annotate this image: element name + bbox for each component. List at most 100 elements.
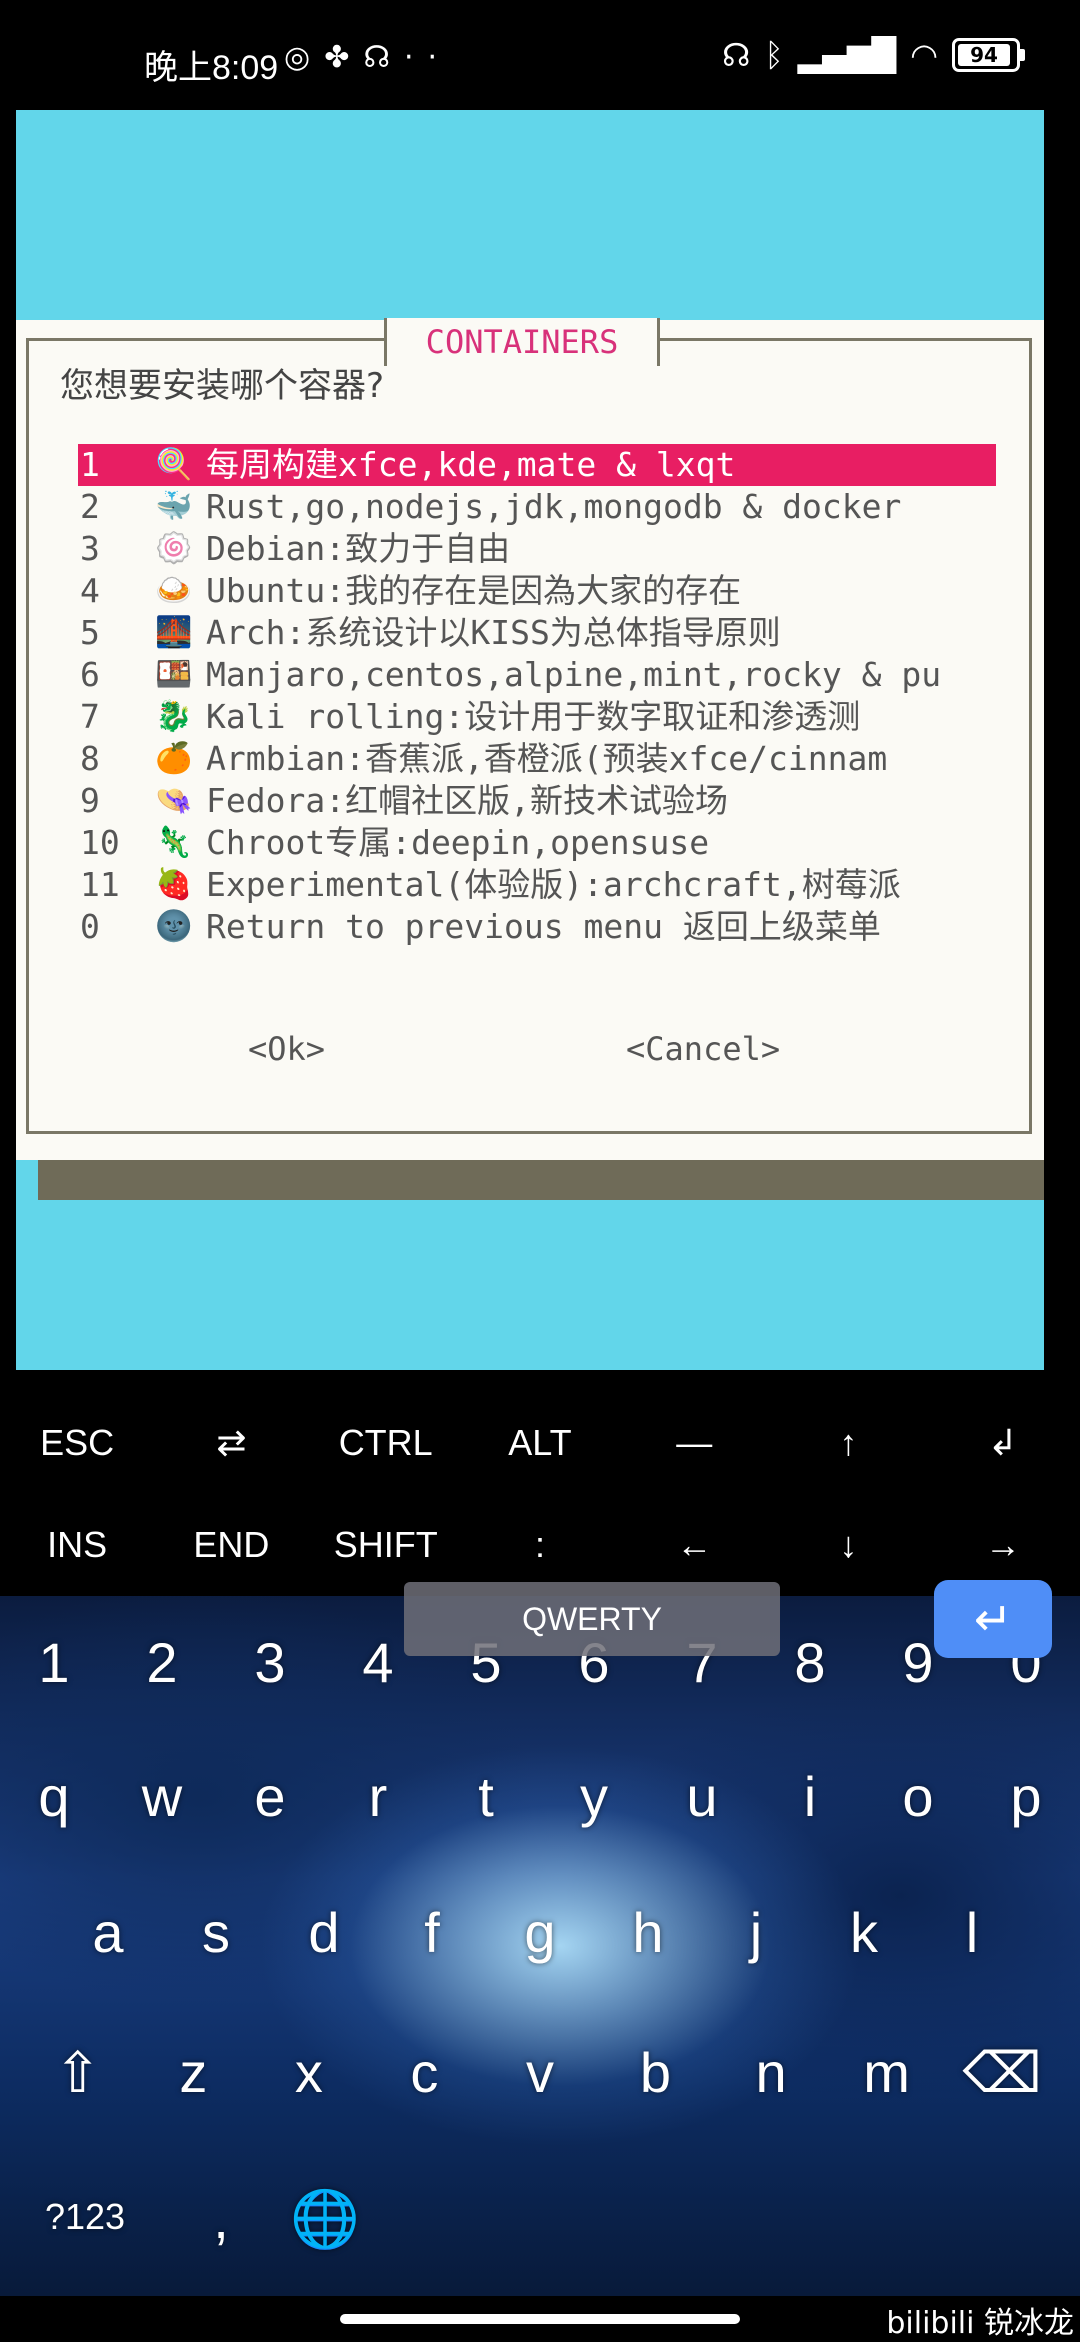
keyboard-row-2: a s d f g h j k l (0, 1900, 1080, 1965)
space-bar[interactable]: QWERTY (404, 1582, 780, 1656)
tab-key[interactable]: ⇄ (154, 1392, 308, 1494)
menu-item[interactable]: 4 🍛 Ubuntu:我的存在是因為大家的存在 (78, 570, 996, 612)
bridge-at-night-icon: 🌉 (155, 615, 193, 650)
menu-item[interactable]: 5 🌉 Arch:系统设计以KISS为总体指导原则 (78, 612, 996, 654)
status-bar: 晚上8:09 ◎✤☊·· ☊ ᛒ ▂▄▆█ ◠ 94 (0, 0, 1080, 110)
menu-item-number: 10 (80, 823, 120, 862)
headset-icon: ☊ (722, 36, 751, 74)
key[interactable]: 2 (117, 1630, 207, 1695)
menu-item[interactable]: 8 🍊 Armbian:香蕉派,香橙派(预装xfce/cinnam (78, 738, 996, 780)
menu-item[interactable]: 10 🦎 Chroot专属:deepin,opensuse (78, 822, 996, 864)
key[interactable]: t (441, 1764, 531, 1829)
dialog-shadow (38, 1160, 1044, 1200)
key[interactable]: x (264, 2040, 354, 2106)
keyboard-row-1: q w e r t y u i o p (0, 1764, 1080, 1829)
key[interactable]: z (148, 2040, 238, 2106)
key[interactable]: j (711, 1900, 801, 1965)
end-key[interactable]: END (154, 1494, 308, 1596)
key[interactable]: u (657, 1764, 747, 1829)
down-arrow-key[interactable]: ↓ (771, 1494, 925, 1596)
cancel-button[interactable]: <Cancel> (626, 1030, 780, 1068)
comma-key[interactable]: , (176, 2186, 266, 2251)
key[interactable]: n (726, 2040, 816, 2106)
key[interactable]: r (333, 1764, 423, 1829)
home-gesture-pill[interactable] (340, 2314, 740, 2324)
swirl-icon: ◎ (284, 40, 325, 75)
key[interactable]: q (9, 1764, 99, 1829)
ins-key[interactable]: INS (0, 1494, 154, 1596)
key[interactable]: d (279, 1900, 369, 1965)
dragon-icon: 🐉 (155, 699, 193, 734)
key[interactable]: p (981, 1764, 1071, 1829)
menu-item-label: Armbian:香蕉派,香橙派(预装xfce/cinnam (206, 739, 888, 778)
colon-key[interactable]: : (463, 1494, 617, 1596)
menu-item-number: 1 (80, 445, 100, 484)
shift-key[interactable]: SHIFT (309, 1494, 463, 1596)
key[interactable]: 1 (9, 1630, 99, 1695)
bento-box-icon: 🍱 (155, 657, 193, 692)
esc-key[interactable]: ESC (0, 1392, 154, 1494)
menu-item[interactable]: 1 🍭 每周构建xfce,kde,mate & lxqt (78, 444, 996, 486)
left-arrow-key[interactable]: ← (617, 1494, 771, 1596)
key[interactable]: o (873, 1764, 963, 1829)
symbols-key[interactable]: ?123 (40, 2196, 130, 2238)
key[interactable]: i (765, 1764, 855, 1829)
key[interactable]: l (927, 1900, 1017, 1965)
enter-return-icon[interactable]: ↵ (934, 1580, 1052, 1658)
menu-item-label: Kali rolling:设计用于数字取证和渗透测 (206, 697, 861, 736)
more-dots-icon: ·· (403, 40, 452, 75)
key[interactable]: m (842, 2040, 932, 2106)
terminal-view[interactable]: CONTAINERS 您想要安装哪个容器? 1 🍭 每周构建xfce,kde,m… (16, 110, 1044, 1370)
ctrl-key[interactable]: CTRL (309, 1392, 463, 1494)
menu-item-label: 每周构建xfce,kde,mate & lxqt (206, 445, 736, 484)
key[interactable]: e (225, 1764, 315, 1829)
lollipop-icon: 🍭 (155, 447, 193, 482)
menu-item-number: 7 (80, 697, 100, 736)
key[interactable]: k (819, 1900, 909, 1965)
key[interactable]: s (171, 1900, 261, 1965)
key[interactable]: b (611, 2040, 701, 2106)
extra-keys-row-1: ESC ⇄ CTRL ALT — ↑ ↲ (0, 1392, 1080, 1494)
ok-button[interactable]: <Ok> (248, 1030, 325, 1068)
maple-leaf-icon: ✤ (324, 40, 364, 75)
menu-item-label: Chroot专属:deepin,opensuse (206, 823, 710, 862)
menu-item-number: 3 (80, 529, 100, 568)
battery-level: 94 (958, 44, 1010, 66)
status-time: 晚上8:09 (144, 49, 279, 87)
menu-item[interactable]: 0 🌚 Return to previous menu 返回上级菜单 (78, 906, 996, 948)
key[interactable]: y (549, 1764, 639, 1829)
key[interactable]: f (387, 1900, 477, 1965)
dash-key[interactable]: — (617, 1392, 771, 1494)
menu-item-label: Debian:致力于自由 (206, 529, 511, 568)
key[interactable]: v (495, 2040, 585, 2106)
alt-key[interactable]: ALT (463, 1392, 617, 1494)
orange-icon: 🍊 (155, 741, 193, 776)
menu-item[interactable]: 11 🍓 Experimental(体验版):archcraft,树莓派 (78, 864, 996, 906)
menu-item[interactable]: 7 🐉 Kali rolling:设计用于数字取证和渗透测 (78, 696, 996, 738)
globe-icon[interactable]: 🌐 (280, 2186, 370, 2252)
menu-item-number: 5 (80, 613, 100, 652)
menu-item[interactable]: 3 🍥 Debian:致力于自由 (78, 528, 996, 570)
enter-key[interactable]: ↲ (926, 1392, 1080, 1494)
menu-item-number: 6 (80, 655, 100, 694)
key[interactable]: c (379, 2040, 469, 2106)
key[interactable]: a (63, 1900, 153, 1965)
menu-item[interactable]: 9 👒 Fedora:红帽社区版,新技术试验场 (78, 780, 996, 822)
key[interactable]: w (117, 1764, 207, 1829)
container-menu: 1 🍭 每周构建xfce,kde,mate & lxqt 2 🐳 Rust,go… (78, 444, 996, 948)
menu-item[interactable]: 2 🐳 Rust,go,nodejs,jdk,mongodb & docker (78, 486, 996, 528)
menu-item[interactable]: 6 🍱 Manjaro,centos,alpine,mint,rocky & p… (78, 654, 996, 696)
key[interactable]: h (603, 1900, 693, 1965)
keyboard-row-3: ⇧ z x c v b n m ⌫ (0, 2040, 1080, 2106)
backspace-icon[interactable]: ⌫ (957, 2040, 1047, 2106)
menu-item-label: Experimental(体验版):archcraft,树莓派 (206, 865, 901, 904)
shift-icon[interactable]: ⇧ (33, 2040, 123, 2106)
signal-hd-icon: ▂▄▆█ (797, 36, 897, 74)
new-moon-face-icon: 🌚 (155, 909, 193, 944)
extra-keys-row-2: INS END SHIFT : ← ↓ → (0, 1494, 1080, 1596)
up-arrow-key[interactable]: ↑ (771, 1392, 925, 1494)
menu-item-number: 11 (80, 865, 120, 904)
battery-icon: 94 (952, 38, 1025, 72)
key[interactable]: 3 (225, 1630, 315, 1695)
key[interactable]: g (495, 1900, 585, 1965)
